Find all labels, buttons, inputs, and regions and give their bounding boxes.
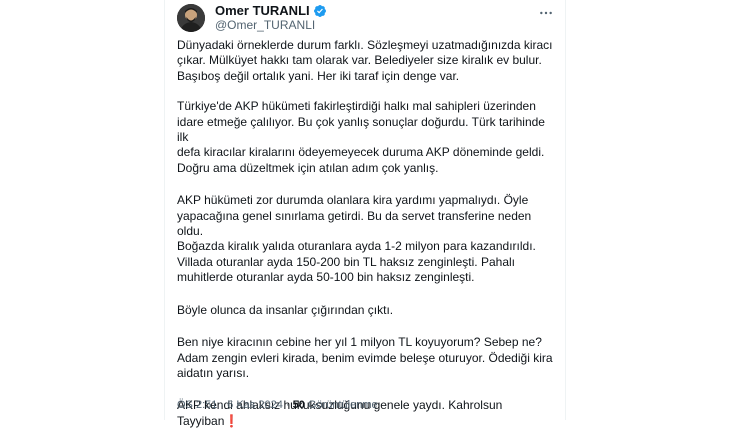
tweet-paragraph: Türkiye'de AKP hükümeti fakirleştirdiği … <box>177 99 545 175</box>
tweet-paragraph: Dünyadaki örneklerde durum farklı. Sözle… <box>177 38 553 83</box>
author-names: Omer TURANLI @Omer_TURANLI <box>215 3 327 33</box>
verified-badge-icon <box>313 4 326 17</box>
meta-separator: · <box>285 399 290 411</box>
exclamation-emoji-icon: ❗ <box>224 413 240 428</box>
tweet-date: 6 Kas 2024 <box>227 399 283 411</box>
tweet-meta: ÖS 2:51 · 6 Kas 2024 · 50 Görüntülenme <box>177 398 378 412</box>
tweet-paragraph: AKP hükümeti zor durumda olanlara kira y… <box>177 193 536 285</box>
tweet-time: ÖS 2:51 <box>177 399 218 411</box>
tweet-timestamp[interactable]: ÖS 2:51 · 6 Kas 2024 <box>177 399 283 411</box>
tweet-header: Omer TURANLI @Omer_TURANLI <box>177 2 557 32</box>
views-label: Görüntülenme <box>307 399 378 411</box>
avatar[interactable] <box>177 4 205 32</box>
tweet-paragraph: Böyle olunca da insanlar çığırından çıkt… <box>177 302 394 317</box>
display-name[interactable]: Omer TURANLI <box>215 3 310 18</box>
meta-separator: · <box>220 399 225 411</box>
avatar-image <box>177 4 205 32</box>
tweet-text: Dünyadaki örneklerde durum farklı. Sözle… <box>177 38 557 445</box>
views-count: 50 <box>292 399 305 411</box>
tweet-card: Omer TURANLI @Omer_TURANLI Dünyadaki örn… <box>164 0 566 428</box>
tweet-paragraph: Ben niye kiracının cebine her yıl 1 mily… <box>177 335 553 380</box>
handle[interactable]: @Omer_TURANLI <box>215 18 327 33</box>
more-horizontal-icon[interactable] <box>535 2 557 24</box>
